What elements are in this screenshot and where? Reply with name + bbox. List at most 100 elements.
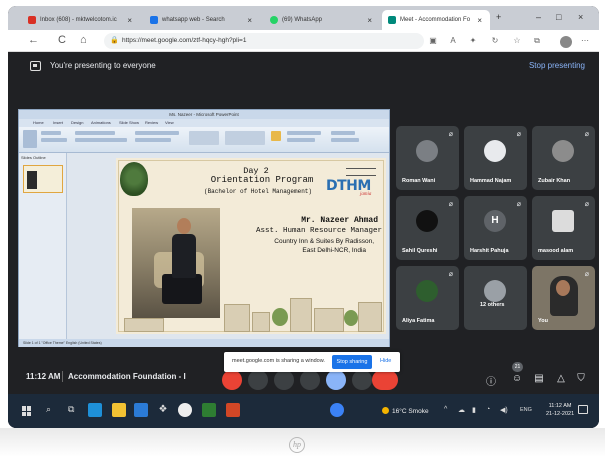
participant-tile[interactable]: ⌀ Sahil Qureshi xyxy=(396,196,459,260)
participant-tile[interactable]: ⌀ Roman Wani xyxy=(396,126,459,190)
search-icon[interactable]: ⌕ xyxy=(46,404,51,415)
taskbar-clock[interactable]: 11:12 AM 21-12-2021 xyxy=(546,402,574,418)
arrange-icon[interactable] xyxy=(271,131,281,141)
ribbon-control[interactable] xyxy=(287,131,321,135)
volume-icon[interactable]: ◀) xyxy=(500,406,508,414)
host-controls-icon[interactable]: ⛉ xyxy=(574,373,588,384)
tree-shape xyxy=(344,310,358,326)
ppt-tab[interactable]: Design xyxy=(71,120,83,125)
ppt-status-bar: Slide 1 of 1 "Office Theme" English (Uni… xyxy=(19,339,389,347)
weather-text: 16°C Smoke xyxy=(392,408,429,415)
extension-icon[interactable]: ✦ xyxy=(468,36,478,46)
read-aloud-icon[interactable]: A xyxy=(448,36,458,46)
wifi-icon[interactable]: ◔ xyxy=(486,406,490,413)
people-icon[interactable]: ☺ xyxy=(510,373,524,384)
task-view-icon[interactable]: ⧉ xyxy=(68,404,74,415)
participant-tile[interactable]: ⌀ Aliya Fatima xyxy=(396,266,459,330)
ppt-tab[interactable]: Insert xyxy=(53,120,63,125)
participant-tile[interactable]: 12 others xyxy=(464,266,527,330)
dropbox-icon[interactable]: ❖ xyxy=(156,403,170,417)
mail-icon[interactable] xyxy=(134,403,148,417)
participant-tile[interactable]: ⌀ masood alam xyxy=(532,196,595,260)
paste-icon[interactable] xyxy=(23,130,37,148)
reload-button[interactable]: C xyxy=(58,34,66,46)
tab-whatsapp[interactable]: (69) WhatsApp × xyxy=(264,10,380,30)
slide-thumbnail[interactable] xyxy=(23,165,63,193)
home-button[interactable]: ⌂ xyxy=(80,34,87,46)
participant-tile[interactable]: ⌀ Hammad Najam xyxy=(464,126,527,190)
present-now-button[interactable] xyxy=(326,370,346,390)
ppt-tab[interactable]: Home xyxy=(33,120,44,125)
chat-icon[interactable]: ▤ xyxy=(532,373,546,384)
camera-indicator-icon[interactable]: ▣ xyxy=(428,36,438,46)
ppt-tab[interactable]: Review xyxy=(145,120,158,125)
ribbon-control[interactable] xyxy=(331,131,355,135)
avatar xyxy=(416,280,438,302)
back-button[interactable]: ← xyxy=(28,34,39,46)
activities-icon[interactable]: △ xyxy=(554,373,568,384)
battery-icon[interactable]: ▮ xyxy=(472,406,476,414)
info-icon[interactable]: ⓘ xyxy=(484,373,498,388)
tab-close-icon[interactable]: × xyxy=(367,16,372,25)
tab-search[interactable]: whatsapp web - Search × xyxy=(144,10,260,30)
slide-thumbnails-panel: Slides Outline xyxy=(19,153,67,339)
chrome-profile-icon[interactable] xyxy=(330,403,344,417)
stop-presenting-link[interactable]: Stop presenting xyxy=(529,61,585,70)
speaker-role: Asst. Human Resource Manager xyxy=(255,227,382,235)
ribbon-group[interactable] xyxy=(189,131,219,145)
profile-avatar-icon[interactable] xyxy=(560,36,572,48)
ppt-tab[interactable]: Animations xyxy=(91,120,111,125)
refresh-extension-icon[interactable]: ↻ xyxy=(490,36,500,46)
captions-button[interactable] xyxy=(274,370,294,390)
new-tab-button[interactable]: + xyxy=(496,12,501,22)
panel-tabs[interactable]: Slides Outline xyxy=(21,155,46,160)
ribbon-control[interactable] xyxy=(135,131,179,135)
ppt-tab[interactable]: View xyxy=(165,120,174,125)
participant-tile[interactable]: ⌀ H Harshit Pahuja xyxy=(464,196,527,260)
app-icon[interactable] xyxy=(202,403,216,417)
url-text: https://meet.google.com/ztf-hqcy-hgh?pli… xyxy=(122,37,247,44)
ppt-tab[interactable]: Slide Show xyxy=(119,120,139,125)
ribbon-control[interactable] xyxy=(41,138,67,142)
url-field[interactable]: 🔒 https://meet.google.com/ztf-hqcy-hgh?p… xyxy=(104,33,424,49)
leave-call-button[interactable] xyxy=(372,370,398,390)
cloud-icon[interactable]: ☁ xyxy=(458,406,465,414)
ribbon-control[interactable] xyxy=(287,138,315,142)
tray-caret-icon[interactable]: ^ xyxy=(444,406,447,413)
tab-inbox[interactable]: Inbox (608) - mktwelcotom.ic × xyxy=(22,10,140,30)
mic-toggle-button[interactable] xyxy=(222,370,242,390)
file-explorer-icon[interactable] xyxy=(112,403,126,417)
close-window-button[interactable]: × xyxy=(578,12,583,22)
hide-notice-link[interactable]: Hide xyxy=(380,358,391,364)
tab-close-icon[interactable]: × xyxy=(247,16,252,25)
tab-meet[interactable]: Meet - Accommodation Fo × xyxy=(382,10,490,30)
shapes-gallery-icon[interactable] xyxy=(225,131,265,145)
ribbon-control[interactable] xyxy=(135,138,171,142)
tab-close-icon[interactable]: × xyxy=(127,16,132,25)
language-indicator[interactable]: ENG xyxy=(520,407,532,413)
bing-icon xyxy=(150,16,158,24)
chrome-icon[interactable] xyxy=(178,403,192,417)
ribbon-control[interactable] xyxy=(75,138,127,142)
raise-hand-button[interactable] xyxy=(300,370,320,390)
favorites-icon[interactable]: ☆ xyxy=(512,36,522,46)
edge-icon[interactable] xyxy=(88,403,102,417)
more-options-button[interactable] xyxy=(352,370,372,390)
windows-start-icon[interactable] xyxy=(22,406,32,416)
ribbon-control[interactable] xyxy=(331,138,359,142)
tab-close-icon[interactable]: × xyxy=(477,16,482,25)
stop-sharing-button[interactable]: Stop sharing xyxy=(332,355,372,369)
maximize-button[interactable]: □ xyxy=(556,12,561,22)
ppt-title-bar: Ms. Nazeer - Microsoft PowerPoint xyxy=(19,110,389,119)
more-menu-icon[interactable]: ⋯ xyxy=(580,36,590,46)
weather-widget[interactable]: 16°C Smoke xyxy=(382,407,429,415)
minimize-button[interactable]: – xyxy=(536,12,541,22)
ribbon-control[interactable] xyxy=(75,131,115,135)
self-video-tile[interactable]: ⌀ You xyxy=(532,266,595,330)
collections-icon[interactable]: ⧉ xyxy=(532,36,542,46)
participant-tile[interactable]: ⌀ Zubair Khan xyxy=(532,126,595,190)
ribbon-control[interactable] xyxy=(41,131,61,135)
camera-toggle-button[interactable] xyxy=(248,370,268,390)
powerpoint-icon[interactable] xyxy=(226,403,240,417)
notifications-icon[interactable] xyxy=(578,405,588,414)
